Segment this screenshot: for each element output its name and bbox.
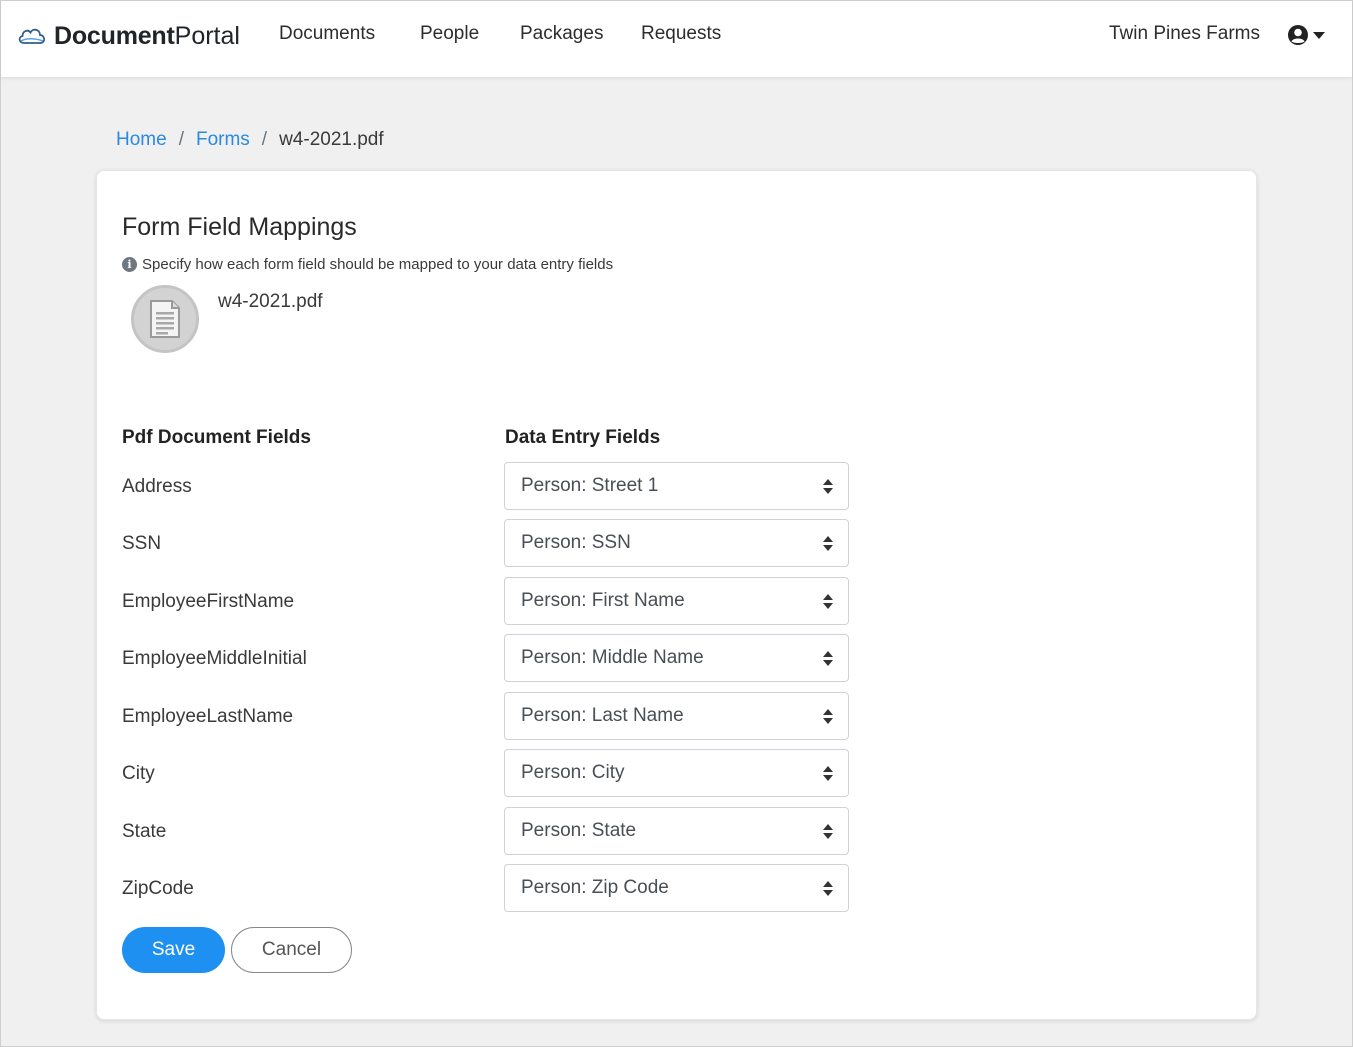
sort-arrows-icon — [823, 594, 833, 610]
page-title: Form Field Mappings — [122, 213, 357, 241]
organization-name[interactable]: Twin Pines Farms — [1109, 23, 1260, 45]
nav-packages[interactable]: Packages — [520, 23, 603, 45]
save-button[interactable]: Save — [122, 927, 225, 973]
sort-arrows-icon — [823, 766, 833, 782]
document-thumbnail — [131, 285, 199, 353]
pdf-field-label: EmployeeFirstName — [122, 591, 295, 612]
info-icon: i — [122, 257, 137, 272]
hint-text: i Specify how each form field should be … — [122, 256, 613, 273]
mapping-select[interactable]: Person: SSN — [504, 519, 849, 567]
mapping-select-value: Person: First Name — [521, 590, 685, 611]
form-mapping-card: Form Field Mappings i Specify how each f… — [96, 170, 1257, 1020]
document-icon — [150, 300, 180, 338]
hint-label: Specify how each form field should be ma… — [142, 256, 614, 273]
brand-logo[interactable]: Document Portal — [17, 21, 240, 51]
mapping-select-value: Person: City — [521, 762, 625, 783]
pdf-field-label: EmployeeLastName — [122, 706, 294, 727]
mapping-select[interactable]: Person: Street 1 — [504, 462, 849, 510]
mapping-select[interactable]: Person: First Name — [504, 577, 849, 625]
pdf-field-label: SSN — [122, 533, 162, 554]
mapping-select-value: Person: Zip Code — [521, 877, 669, 898]
sort-arrows-icon — [823, 709, 833, 725]
mapping-select-value: Person: State — [521, 820, 637, 841]
mapping-select-value: Person: Last Name — [521, 705, 684, 726]
pdf-field-label: City — [122, 763, 155, 784]
pdf-field-label: State — [122, 821, 167, 842]
sort-arrows-icon — [823, 824, 833, 840]
user-circle-icon — [1288, 25, 1308, 45]
pdf-field-label: ZipCode — [122, 878, 194, 899]
breadcrumb-home[interactable]: Home — [116, 129, 167, 151]
breadcrumb-current: w4-2021.pdf — [279, 129, 384, 150]
nav-people[interactable]: People — [420, 23, 479, 45]
mapping-select-value: Person: SSN — [521, 532, 631, 553]
cancel-button[interactable]: Cancel — [231, 927, 352, 973]
brand-name-light: Portal — [174, 21, 240, 50]
pdf-field-label: Address — [122, 476, 192, 497]
pdf-field-label: EmployeeMiddleInitial — [122, 648, 307, 669]
mapping-select-value: Person: Street 1 — [521, 475, 659, 496]
breadcrumb-forms[interactable]: Forms — [196, 129, 250, 151]
mapping-select-value: Person: Middle Name — [521, 647, 704, 668]
sort-arrows-icon — [823, 479, 833, 495]
nav-documents[interactable]: Documents — [279, 23, 375, 45]
column-header-pdf-fields: Pdf Document Fields — [122, 427, 311, 448]
chevron-down-icon — [1313, 31, 1325, 39]
sort-arrows-icon — [823, 536, 833, 552]
nav-requests[interactable]: Requests — [641, 23, 721, 45]
column-header-data-entry-fields: Data Entry Fields — [505, 427, 661, 448]
mapping-select[interactable]: Person: Middle Name — [504, 634, 849, 682]
brand-name-bold: Document — [54, 21, 175, 50]
sort-arrows-icon — [823, 881, 833, 897]
breadcrumb-separator: / — [261, 129, 268, 150]
sort-arrows-icon — [823, 651, 833, 667]
breadcrumb-separator: / — [178, 129, 184, 150]
document-file-name: w4-2021.pdf — [218, 291, 323, 312]
top-navbar: Document Portal Documents People Packages… — [1, 1, 1352, 78]
user-menu-toggle[interactable] — [1287, 23, 1327, 47]
mapping-select[interactable]: Person: State — [504, 807, 849, 855]
mapping-select[interactable]: Person: Zip Code — [504, 864, 849, 912]
mapping-select[interactable]: Person: City — [504, 749, 849, 797]
cloud-icon — [18, 28, 46, 44]
mapping-select[interactable]: Person: Last Name — [504, 692, 849, 740]
breadcrumb: Home / Forms / w4-2021.pdf — [116, 129, 384, 151]
